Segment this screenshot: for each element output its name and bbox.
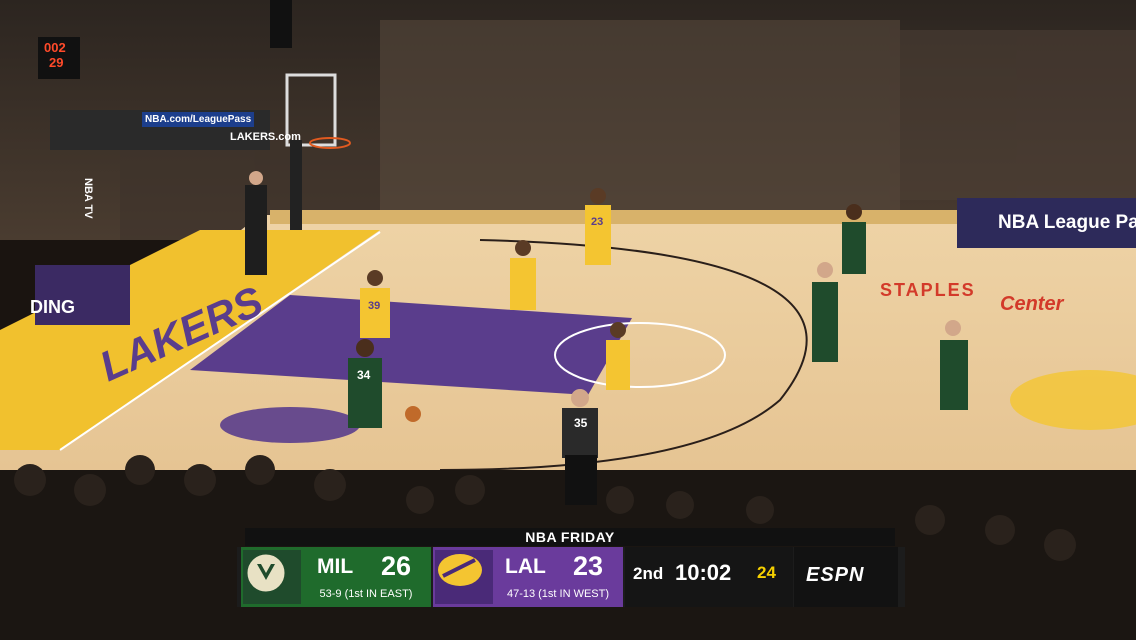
game-clock: 10:02 [675, 560, 732, 585]
espn-logo-icon: ESPN [806, 564, 865, 586]
jersey-number-23: 23 [591, 216, 604, 228]
center-sign: Center [1000, 293, 1064, 315]
referee-number-35: 35 [574, 416, 588, 430]
jersey-number-34: 34 [357, 368, 371, 382]
broadcast-title: NBA FRIDAY [245, 528, 895, 546]
league-pass-sign: NBA League Pa [998, 212, 1136, 233]
staples-sign: STAPLES [880, 280, 976, 300]
arena-game-clock: 002 [44, 40, 66, 55]
away-team-panel: LAL 23 47-13 (1st IN WEST) [433, 547, 623, 607]
scorebug-row: MIL 26 53-9 (1st IN EAST) LAL 23 47-13 (… [237, 547, 905, 607]
network-logo: ESPN [794, 547, 898, 607]
period: 2nd [633, 564, 664, 583]
away-team-abbr: LAL [505, 555, 546, 578]
away-team-score: 23 [573, 551, 604, 581]
away-team-record: 47-13 (1st IN WEST) [506, 588, 610, 600]
lakers-com-sign: LAKERS.com [230, 131, 301, 143]
arena-shot-clock: 29 [49, 55, 64, 70]
home-team-abbr: MIL [317, 555, 354, 578]
home-team-score: 26 [381, 551, 412, 581]
home-team-panel: MIL 26 53-9 (1st IN EAST) [241, 547, 431, 607]
broadcast-scene: 002 29 NBA.com/LeaguePass LAKERS.com NBA… [0, 0, 1136, 640]
lakers-logo-icon [435, 550, 493, 604]
nbatv-sign: NBA TV [82, 178, 94, 219]
nba-com-sign: NBA.com/LeaguePass [142, 112, 255, 127]
jersey-number-39: 39 [368, 300, 381, 312]
bucks-logo-icon [243, 550, 301, 604]
scorebug: NBA FRIDAY MIL 26 53-9 (1st IN EAST) LAL… [237, 528, 905, 608]
spalding-sign: DING [30, 297, 75, 317]
game-clock-panel: 2nd 10:02 24 [625, 547, 793, 607]
shot-clock: 24 [757, 563, 776, 582]
home-team-record: 53-9 (1st IN EAST) [319, 588, 413, 600]
